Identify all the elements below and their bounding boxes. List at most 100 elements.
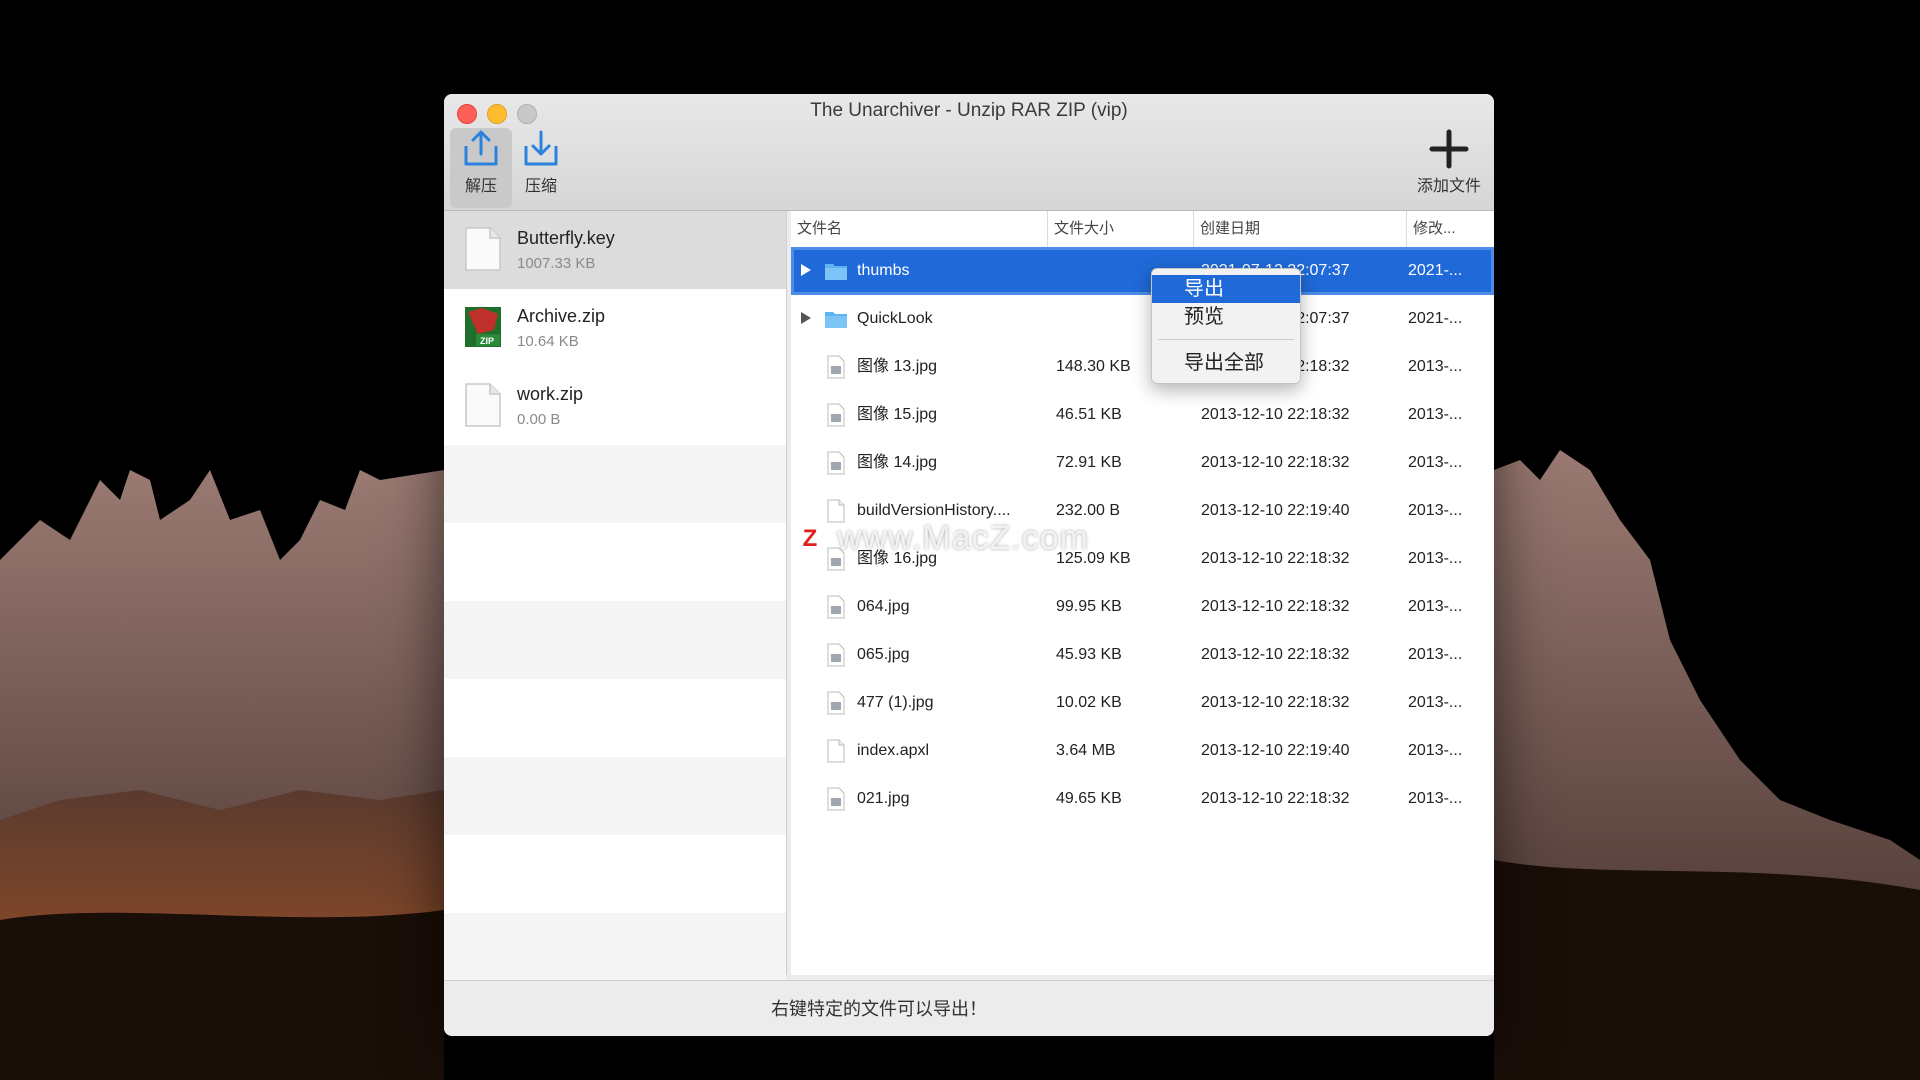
compress-button[interactable]: 压缩 bbox=[510, 128, 572, 208]
file-modified-date: 2021-... bbox=[1408, 262, 1463, 279]
watermark-text: www.MacZ.com bbox=[837, 519, 1089, 557]
column-size[interactable]: 文件大小 bbox=[1047, 211, 1194, 247]
file-list: 文件名 文件大小 创建日期 修改... thumbs2021-07-12 22:… bbox=[791, 211, 1494, 975]
file-modified-date: 2013-... bbox=[1408, 454, 1463, 471]
file-created-date: 2013-12-10 22:19:40 bbox=[1201, 742, 1350, 759]
file-size: 99.95 KB bbox=[1056, 598, 1122, 615]
sidebar-item-work-zip[interactable]: work.zip 0.00 B bbox=[444, 367, 786, 445]
file-modified-date: 2013-... bbox=[1408, 502, 1463, 519]
file-modified-date: 2013-... bbox=[1408, 694, 1463, 711]
file-size: 148.30 KB bbox=[1056, 358, 1131, 375]
image-file-icon bbox=[827, 403, 845, 427]
context-menu: 导出 预览 导出全部 bbox=[1151, 268, 1301, 384]
titlebar: The Unarchiver - Unzip RAR ZIP (vip) 解压 … bbox=[444, 94, 1494, 211]
file-modified-date: 2013-... bbox=[1408, 598, 1463, 615]
image-file-icon bbox=[827, 691, 845, 715]
file-name: 图像 15.jpg bbox=[857, 406, 938, 423]
disclosure-triangle-icon[interactable] bbox=[801, 264, 811, 276]
file-row[interactable]: 图像 15.jpg 46.51 KB 2013-12-10 22:18:32 2013… bbox=[791, 391, 1494, 439]
file-size: 45.93 KB bbox=[1056, 646, 1122, 663]
add-file-label: 添加文件 bbox=[1416, 178, 1481, 195]
file-name: 图像 14.jpg bbox=[857, 454, 938, 471]
folder-icon bbox=[825, 264, 847, 280]
image-file-icon bbox=[827, 643, 845, 667]
file-created-date: 2013-12-10 22:18:32 bbox=[1201, 454, 1350, 471]
file-row[interactable]: thumbs2021-07-12 22:07:372021-... bbox=[791, 247, 1494, 295]
archive-name: Butterfly.key bbox=[517, 228, 615, 248]
folder-icon bbox=[825, 312, 847, 328]
document-icon bbox=[465, 227, 501, 271]
status-bar: 右键特定的文件可以导出！ bbox=[444, 980, 1494, 1036]
image-file-icon bbox=[827, 355, 845, 379]
file-size: 46.51 KB bbox=[1056, 406, 1122, 423]
plus-icon bbox=[1429, 129, 1469, 169]
column-header: 文件名 文件大小 创建日期 修改... bbox=[791, 211, 1494, 248]
file-row[interactable]: 图像 13.jpg148.30 KB2013-12-10 22:18:32201… bbox=[791, 343, 1494, 391]
file-size: 3.64 MB bbox=[1056, 742, 1116, 759]
archive-sidebar: Butterfly.key 1007.33 KB ZIP Archive.zip… bbox=[444, 211, 787, 991]
file-created-date: 2013-12-10 22:18:32 bbox=[1201, 790, 1350, 807]
archive-size: 10.64 KB bbox=[517, 333, 579, 350]
disclosure-triangle-icon[interactable] bbox=[801, 312, 811, 324]
file-modified-date: 2013-... bbox=[1408, 790, 1463, 807]
archive-size: 0.00 B bbox=[517, 411, 561, 428]
file-row[interactable]: index.apxl 3.64 MB 2013-12-10 22:19:40 2013… bbox=[791, 727, 1494, 775]
window-title: The Unarchiver - Unzip RAR ZIP (vip) bbox=[810, 100, 1128, 121]
sidebar-item-butterfly[interactable]: Butterfly.key 1007.33 KB bbox=[444, 211, 786, 289]
document-icon bbox=[465, 383, 501, 427]
extract-label: 解压 bbox=[464, 178, 497, 195]
file-size: 72.91 KB bbox=[1056, 454, 1122, 471]
menu-item-export[interactable]: 导出 bbox=[1152, 275, 1300, 303]
file-modified-date: 2013-... bbox=[1408, 550, 1463, 567]
file-size: 49.65 KB bbox=[1056, 790, 1122, 807]
file-created-date: 2013-12-10 22:18:32 bbox=[1201, 694, 1350, 711]
file-row[interactable]: 021.jpg 49.65 KB 2013-12-10 22:18:32 2013-.… bbox=[791, 775, 1494, 823]
watermark-logo-icon: Z bbox=[793, 522, 827, 556]
document-icon bbox=[827, 739, 845, 763]
file-size bbox=[1056, 247, 1166, 295]
extract-button[interactable]: 解压 bbox=[450, 128, 512, 208]
file-name: index.apxl bbox=[857, 742, 930, 759]
file-row[interactable]: 477 (1).jpg 10.02 KB 2013-12-10 22:18:32 20… bbox=[791, 679, 1494, 727]
file-created-date: 2013-12-10 22:18:32 bbox=[1201, 406, 1350, 423]
file-created-date: 2013-12-10 22:18:32 bbox=[1201, 646, 1350, 663]
compress-label: 压缩 bbox=[524, 178, 557, 195]
file-name: 065.jpg bbox=[857, 646, 910, 663]
sidebar-item-archive-zip[interactable]: ZIP Archive.zip 10.64 KB bbox=[444, 289, 786, 367]
file-row[interactable]: 064.jpg 99.95 KB 2013-12-10 22:18:32 2013-.… bbox=[791, 583, 1494, 631]
zip-archive-icon: ZIP bbox=[465, 307, 501, 347]
file-created-date: 2013-12-10 22:18:32 bbox=[1201, 550, 1350, 567]
column-name[interactable]: 文件名 bbox=[791, 211, 1052, 247]
archive-size: 1007.33 KB bbox=[517, 255, 596, 272]
menu-item-export-all[interactable]: 导出全部 bbox=[1152, 349, 1300, 377]
file-created-date: 2013-12-10 22:18:32 bbox=[1201, 598, 1350, 615]
image-file-icon bbox=[827, 787, 845, 811]
file-name: 477 (1).jpg bbox=[857, 694, 934, 711]
column-created[interactable]: 创建日期 bbox=[1193, 211, 1410, 247]
file-name: thumbs bbox=[857, 262, 910, 279]
app-window: The Unarchiver - Unzip RAR ZIP (vip) 解压 … bbox=[444, 94, 1494, 1036]
file-name: 021.jpg bbox=[857, 790, 910, 807]
file-row[interactable]: 图像 14.jpg 72.91 KB 2013-12-10 22:18:32 2013… bbox=[791, 439, 1494, 487]
column-modified[interactable]: 修改... bbox=[1406, 211, 1493, 247]
file-row[interactable]: QuickLook2021-07-12 22:07:372021-... bbox=[791, 295, 1494, 343]
file-modified-date: 2013-... bbox=[1408, 646, 1463, 663]
watermark: Z www.MacZ.com bbox=[793, 515, 1153, 565]
status-text: 右键特定的文件可以导出！ bbox=[771, 999, 987, 1019]
file-row[interactable]: 065.jpg 45.93 KB 2013-12-10 22:18:32 2013-.… bbox=[791, 631, 1494, 679]
menu-separator bbox=[1158, 339, 1294, 340]
file-modified-date: 2013-... bbox=[1408, 406, 1463, 423]
archive-name: work.zip bbox=[517, 384, 584, 404]
extract-icon bbox=[464, 130, 498, 166]
file-modified-date: 2021-... bbox=[1408, 310, 1463, 327]
menu-item-preview[interactable]: 预览 bbox=[1152, 303, 1300, 331]
file-created-date: 2013-12-10 22:19:40 bbox=[1201, 502, 1350, 519]
file-modified-date: 2013-... bbox=[1408, 742, 1463, 759]
add-file-button[interactable]: 添加文件 bbox=[1408, 128, 1490, 208]
sidebar-stripe bbox=[444, 757, 786, 835]
file-size bbox=[1056, 295, 1166, 343]
file-modified-date: 2013-... bbox=[1408, 358, 1463, 375]
archive-name: Archive.zip bbox=[517, 306, 606, 326]
file-name: 064.jpg bbox=[857, 598, 910, 615]
image-file-icon bbox=[827, 595, 845, 619]
